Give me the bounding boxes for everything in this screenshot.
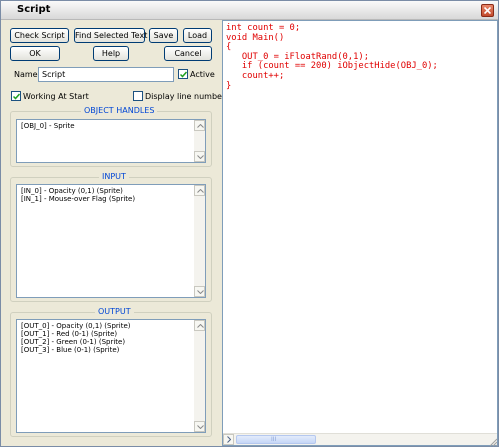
active-checkbox[interactable] (178, 69, 188, 79)
vertical-scrollbar[interactable] (194, 120, 205, 162)
find-selected-text-button[interactable]: Find Selected Text (74, 28, 147, 43)
display-line-numbers-label: Display line numbers (145, 92, 230, 101)
input-group: INPUT [IN_0] - Opacity (0,1) (Sprite) [I… (10, 172, 212, 302)
list-item[interactable]: [OUT_0] - Opacity (0,1) (Sprite) (21, 322, 131, 330)
list-item[interactable]: [OUT_3] - Blue (0-1) (Sprite) (21, 346, 131, 354)
working-at-start-checkbox[interactable] (11, 91, 21, 101)
resize-grip-icon[interactable] (488, 437, 498, 447)
scrollbar-grip-label: III (271, 436, 277, 443)
list-item[interactable]: [OUT_2] - Green (0-1) (Sprite) (21, 338, 131, 346)
output-group: OUTPUT [OUT_0] - Opacity (0,1) (Sprite) … (10, 307, 212, 437)
code-line: } (226, 80, 232, 91)
chevron-down-icon (197, 425, 204, 429)
chevron-down-icon (197, 290, 204, 294)
input-title: INPUT (99, 172, 129, 182)
scroll-up-button[interactable] (194, 320, 205, 331)
chevron-up-icon (197, 189, 204, 193)
output-list[interactable]: [OUT_0] - Opacity (0,1) (Sprite) [OUT_1]… (16, 319, 206, 433)
close-button[interactable] (481, 4, 494, 17)
code-text[interactable]: int count = 0; void Main() { OUT_0 = iFl… (226, 23, 438, 91)
list-item[interactable]: [OBJ_0] - Sprite (21, 122, 75, 130)
name-label: Name: (14, 70, 41, 79)
list-item[interactable]: [IN_0] - Opacity (0,1) (Sprite) (21, 187, 135, 195)
code-line: count++; (226, 70, 285, 81)
working-at-start-label: Working At Start (23, 92, 89, 101)
scroll-up-button[interactable] (194, 120, 205, 131)
chevron-right-icon (227, 436, 231, 443)
scroll-down-button[interactable] (194, 286, 205, 297)
chevron-up-icon (197, 124, 204, 128)
chevron-down-icon (197, 155, 204, 159)
check-script-button[interactable]: Check Script (10, 28, 69, 43)
object-handles-list[interactable]: [OBJ_0] - Sprite (16, 119, 206, 163)
title-bar: Script (1, 1, 498, 20)
display-line-numbers-checkbox[interactable] (133, 91, 143, 101)
load-button[interactable]: Load (183, 28, 212, 43)
list-item[interactable]: [IN_1] - Mouse-over Flag (Sprite) (21, 195, 135, 203)
checkmark-icon (180, 71, 187, 78)
vertical-scrollbar[interactable] (194, 185, 205, 297)
active-label: Active (190, 70, 215, 79)
chevron-up-icon (197, 324, 204, 328)
scrollbar-thumb[interactable]: III (236, 435, 316, 444)
help-button[interactable]: Help (93, 46, 129, 61)
code-line: void Main() (226, 32, 285, 43)
cancel-button[interactable]: Cancel (164, 46, 212, 61)
scroll-up-button[interactable] (194, 185, 205, 196)
scroll-down-button[interactable] (194, 421, 205, 432)
code-editor[interactable]: int count = 0; void Main() { OUT_0 = iFl… (222, 20, 498, 446)
input-list[interactable]: [IN_0] - Opacity (0,1) (Sprite) [IN_1] -… (16, 184, 206, 298)
checkmark-icon (13, 93, 20, 100)
vertical-scrollbar[interactable] (194, 320, 205, 432)
ok-button[interactable]: OK (10, 46, 60, 61)
name-field[interactable]: Script (38, 67, 174, 82)
window-title: Script (17, 4, 51, 15)
script-window: Script Check Script Find Selected Text S… (0, 0, 499, 447)
horizontal-scrollbar[interactable]: III (223, 433, 497, 445)
list-item[interactable]: [OUT_1] - Red (0-1) (Sprite) (21, 330, 131, 338)
scroll-down-button[interactable] (194, 151, 205, 162)
object-handles-title: OBJECT HANDLES (81, 106, 158, 116)
scroll-right-button[interactable] (223, 434, 234, 445)
save-button[interactable]: Save (149, 28, 178, 43)
output-title: OUTPUT (95, 307, 134, 317)
object-handles-group: OBJECT HANDLES [OBJ_0] - Sprite (10, 106, 212, 167)
close-icon (484, 7, 491, 14)
